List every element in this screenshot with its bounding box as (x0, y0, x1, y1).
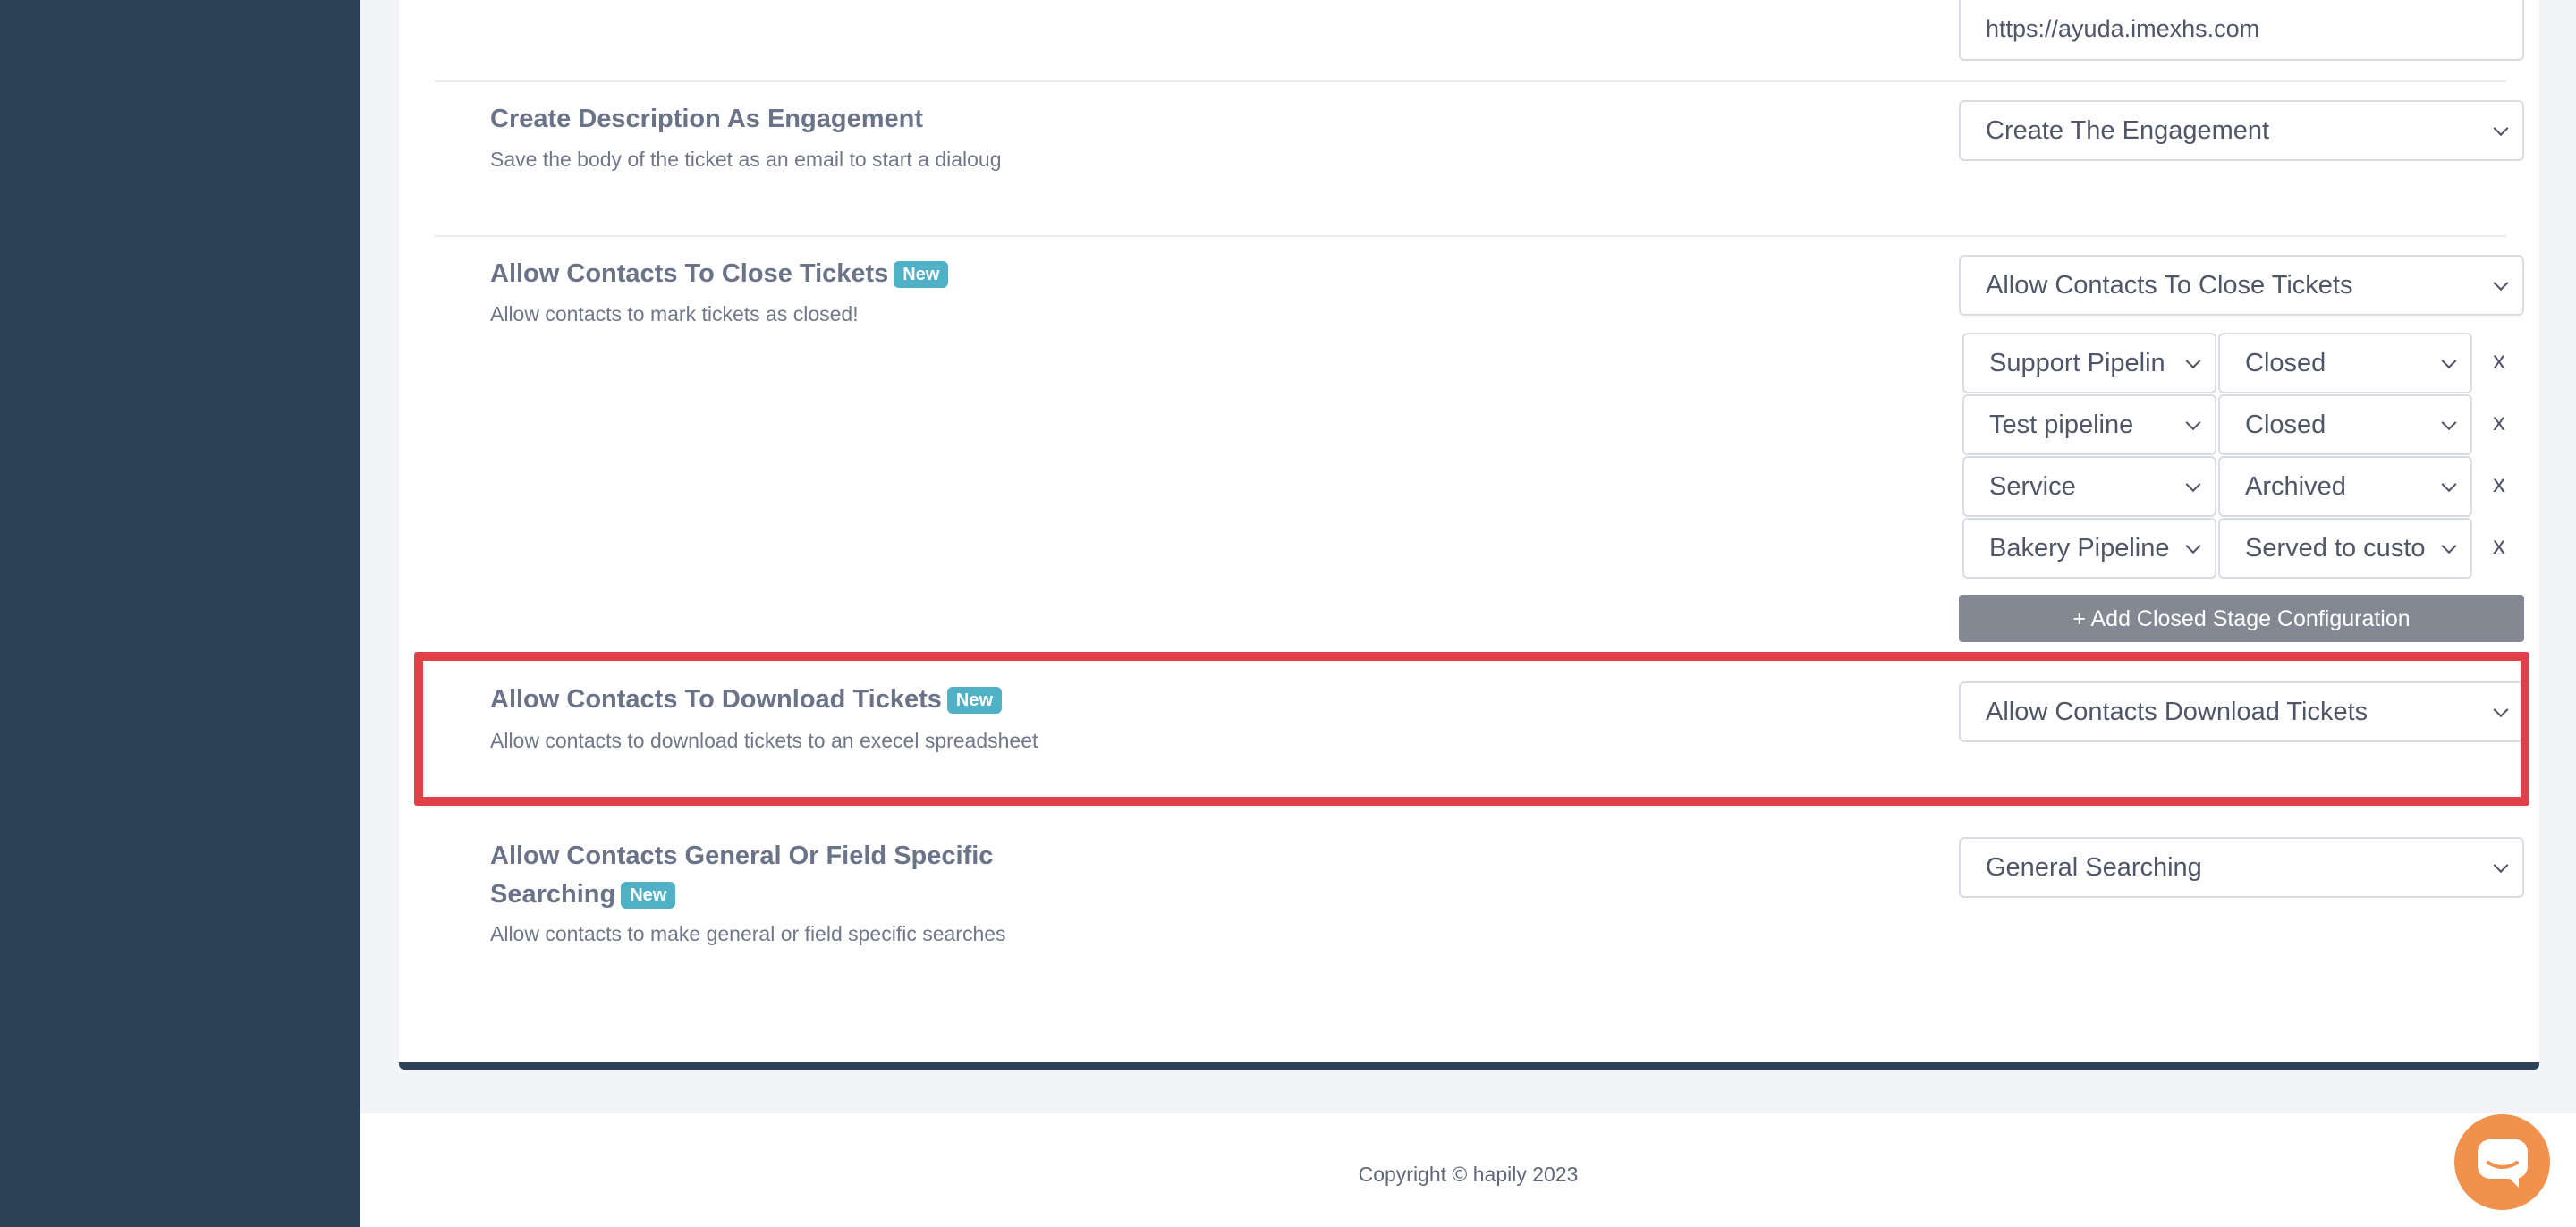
searching-select[interactable]: General Searching (1959, 837, 2524, 898)
pipeline-select-value: Support Pipelin (1989, 349, 2165, 377)
chevron-down-icon (2185, 477, 2201, 493)
close-tickets-title: Allow Contacts To Close Tickets New (490, 255, 949, 293)
chat-button[interactable] (2454, 1114, 2550, 1210)
engagement-select[interactable]: Create The Engagement (1959, 100, 2524, 161)
pipeline-select[interactable]: Bakery Pipeline (1962, 518, 2216, 579)
pipeline-select-value: Bakery Pipeline (1989, 534, 2170, 563)
stage-select[interactable]: Closed (2218, 394, 2472, 455)
close-tickets-select-value: Allow Contacts To Close Tickets (1986, 271, 2353, 300)
helpdesk-url-input[interactable]: https://ayuda.imexhs.com (1959, 0, 2524, 61)
remove-row-button[interactable]: x (2486, 346, 2512, 375)
searching-title-text: Searching (490, 880, 616, 909)
chat-icon (2478, 1139, 2528, 1188)
download-tickets-title: Allow Contacts To Download Tickets New (490, 681, 1002, 719)
chevron-down-icon (2185, 538, 2201, 554)
stage-select-value: Served to custo (2245, 534, 2426, 563)
close-tickets-select[interactable]: Allow Contacts To Close Tickets (1959, 255, 2524, 316)
searching-select-value: General Searching (1986, 853, 2202, 882)
searching-description: Allow contacts to make general or field … (490, 922, 1006, 945)
engagement-description: Save the body of the ticket as an email … (490, 148, 1002, 171)
pipeline-select[interactable]: Support Pipelin (1962, 333, 2216, 393)
copyright-text: Copyright © hapily 2023 (1358, 1163, 1579, 1186)
close-tickets-title-text: Allow Contacts To Close Tickets (490, 259, 889, 288)
pipeline-select[interactable]: Service (1962, 456, 2216, 517)
settings-card: https://ayuda.imexhs.com Create Descript… (399, 0, 2539, 1070)
chevron-down-icon (2441, 477, 2457, 493)
chevron-down-icon (2441, 415, 2457, 431)
new-badge: New (894, 261, 949, 289)
stage-select-value: Closed (2245, 349, 2326, 377)
divider (435, 80, 2506, 82)
download-tickets-description: Allow contacts to download tickets to an… (490, 729, 1038, 752)
chevron-down-icon (2185, 353, 2201, 369)
divider (435, 235, 2506, 237)
stage-select[interactable]: Closed (2218, 333, 2472, 393)
engagement-title: Create Description As Engagement (490, 105, 923, 133)
pipeline-select-value: Test pipeline (1989, 410, 2134, 439)
download-tickets-select-value: Allow Contacts Download Tickets (1986, 698, 2368, 726)
remove-row-button[interactable]: x (2486, 408, 2512, 436)
chevron-down-icon (2185, 415, 2201, 431)
new-badge: New (621, 882, 676, 910)
chevron-down-icon (2441, 538, 2457, 554)
pipeline-select[interactable]: Test pipeline (1962, 394, 2216, 455)
chevron-down-icon (2441, 353, 2457, 369)
add-closed-stage-button[interactable]: + Add Closed Stage Configuration (1959, 595, 2524, 642)
new-badge: New (946, 687, 1002, 715)
searching-title-line2: Searching New (490, 876, 676, 914)
stage-select[interactable]: Archived (2218, 456, 2472, 517)
stage-select-value: Archived (2245, 472, 2346, 501)
footer: Copyright © hapily 2023 (360, 1113, 2576, 1227)
pipeline-select-value: Service (1989, 472, 2076, 501)
close-tickets-description: Allow contacts to mark tickets as closed… (490, 302, 859, 326)
searching-title-line1: Allow Contacts General Or Field Specific (490, 842, 994, 870)
main-content: https://ayuda.imexhs.com Create Descript… (360, 0, 2576, 1227)
download-tickets-title-text: Allow Contacts To Download Tickets (490, 685, 942, 714)
stage-select[interactable]: Served to custo (2218, 518, 2472, 579)
remove-row-button[interactable]: x (2486, 470, 2512, 498)
remove-row-button[interactable]: x (2486, 531, 2512, 560)
stage-select-value: Closed (2245, 410, 2326, 439)
helpdesk-url-value: https://ayuda.imexhs.com (1986, 15, 2260, 42)
engagement-select-value: Create The Engagement (1986, 116, 2270, 145)
sidebar (0, 0, 360, 1227)
download-tickets-select[interactable]: Allow Contacts Download Tickets (1959, 681, 2524, 742)
